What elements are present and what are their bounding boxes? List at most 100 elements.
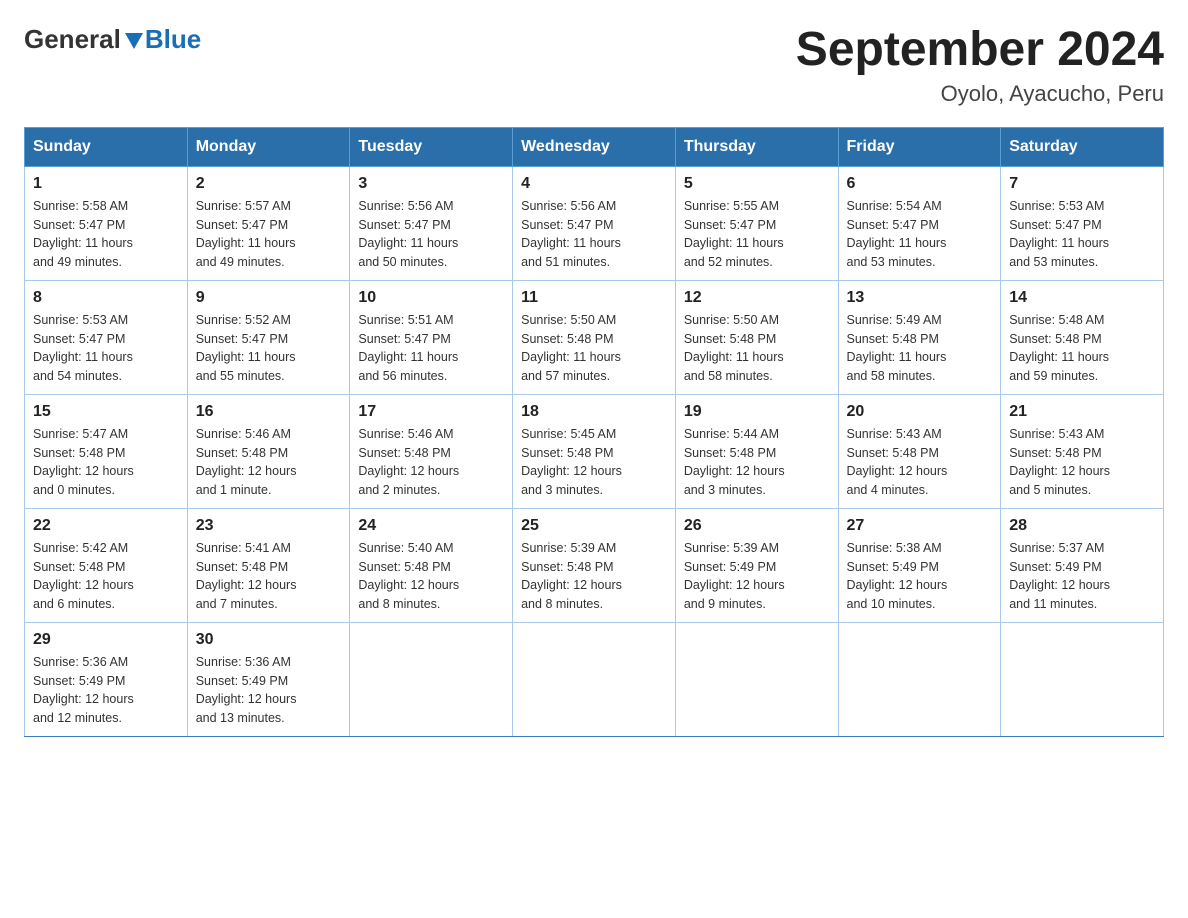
day-number: 15 [33, 403, 179, 421]
calendar-table: SundayMondayTuesdayWednesdayThursdayFrid… [24, 127, 1164, 737]
day-info: Sunrise: 5:48 AMSunset: 5:48 PMDaylight:… [1009, 311, 1155, 386]
calendar-weekday-header: Saturday [1001, 127, 1164, 166]
day-number: 7 [1009, 175, 1155, 193]
day-number: 5 [684, 175, 830, 193]
calendar-day-cell: 5Sunrise: 5:55 AMSunset: 5:47 PMDaylight… [675, 166, 838, 280]
day-info: Sunrise: 5:44 AMSunset: 5:48 PMDaylight:… [684, 425, 830, 500]
day-info: Sunrise: 5:53 AMSunset: 5:47 PMDaylight:… [1009, 197, 1155, 272]
calendar-day-cell: 25Sunrise: 5:39 AMSunset: 5:48 PMDayligh… [513, 508, 676, 622]
day-number: 16 [196, 403, 342, 421]
day-info: Sunrise: 5:45 AMSunset: 5:48 PMDaylight:… [521, 425, 667, 500]
calendar-day-cell: 18 Sunrise: 5:45 AMSunset: 5:48 PMDayligh… [513, 394, 676, 508]
day-number: 12 [684, 289, 830, 307]
calendar-day-cell: 7 Sunrise: 5:53 AMSunset: 5:47 PMDaylight… [1001, 166, 1164, 280]
day-info: Sunrise: 5:43 AMSunset: 5:48 PMDaylight:… [1009, 425, 1155, 500]
calendar-day-cell: 3 Sunrise: 5:56 AMSunset: 5:47 PMDaylight… [350, 166, 513, 280]
day-number: 23 [196, 517, 342, 535]
day-info: Sunrise: 5:46 AMSunset: 5:48 PMDaylight:… [196, 425, 342, 500]
calendar-day-cell: 28 Sunrise: 5:37 AMSunset: 5:49 PMDayligh… [1001, 508, 1164, 622]
calendar-day-cell [350, 622, 513, 736]
title-area: September 2024 Oyolo, Ayacucho, Peru [796, 24, 1164, 107]
day-info: Sunrise: 5:56 AMSunset: 5:47 PMDaylight:… [521, 197, 667, 272]
day-number: 28 [1009, 517, 1155, 535]
day-info: Sunrise: 5:47 AMSunset: 5:48 PMDaylight:… [33, 425, 179, 500]
calendar-day-cell: 8 Sunrise: 5:53 AMSunset: 5:47 PMDaylight… [25, 280, 188, 394]
calendar-week-row: 29 Sunrise: 5:36 AMSunset: 5:49 PMDayligh… [25, 622, 1164, 736]
day-info: Sunrise: 5:43 AMSunset: 5:48 PMDaylight:… [847, 425, 993, 500]
calendar-week-row: 8 Sunrise: 5:53 AMSunset: 5:47 PMDaylight… [25, 280, 1164, 394]
day-number: 4 [521, 175, 667, 193]
calendar-day-cell [513, 622, 676, 736]
day-number: 26 [684, 517, 830, 535]
day-info: Sunrise: 5:37 AMSunset: 5:49 PMDaylight:… [1009, 539, 1155, 614]
day-number: 24 [358, 517, 504, 535]
day-number: 18 [521, 403, 667, 421]
calendar-header-row: SundayMondayTuesdayWednesdayThursdayFrid… [25, 127, 1164, 166]
calendar-day-cell: 27 Sunrise: 5:38 AMSunset: 5:49 PMDayligh… [838, 508, 1001, 622]
day-number: 9 [196, 289, 342, 307]
page-subtitle: Oyolo, Ayacucho, Peru [796, 81, 1164, 107]
day-number: 8 [33, 289, 179, 307]
day-number: 25 [521, 517, 667, 535]
calendar-day-cell: 21 Sunrise: 5:43 AMSunset: 5:48 PMDayligh… [1001, 394, 1164, 508]
day-info: Sunrise: 5:50 AMSunset: 5:48 PMDaylight:… [521, 311, 667, 386]
day-info: Sunrise: 5:49 AMSunset: 5:48 PMDaylight:… [847, 311, 993, 386]
day-info: Sunrise: 5:56 AMSunset: 5:47 PMDaylight:… [358, 197, 504, 272]
calendar-day-cell: 26 Sunrise: 5:39 AMSunset: 5:49 PMDayligh… [675, 508, 838, 622]
day-info: Sunrise: 5:36 AMSunset: 5:49 PMDaylight:… [196, 653, 342, 728]
calendar-day-cell: 20Sunrise: 5:43 AMSunset: 5:48 PMDayligh… [838, 394, 1001, 508]
calendar-day-cell: 13Sunrise: 5:49 AMSunset: 5:48 PMDayligh… [838, 280, 1001, 394]
logo-blue: Blue [145, 24, 201, 55]
day-number: 3 [358, 175, 504, 193]
calendar-day-cell: 29Sunrise: 5:36 AMSunset: 5:49 PMDayligh… [25, 622, 188, 736]
day-number: 2 [196, 175, 342, 193]
day-info: Sunrise: 5:40 AMSunset: 5:48 PMDaylight:… [358, 539, 504, 614]
day-info: Sunrise: 5:51 AMSunset: 5:47 PMDaylight:… [358, 311, 504, 386]
day-info: Sunrise: 5:39 AMSunset: 5:49 PMDaylight:… [684, 539, 830, 614]
calendar-day-cell: 12 Sunrise: 5:50 AMSunset: 5:48 PMDayligh… [675, 280, 838, 394]
calendar-day-cell [675, 622, 838, 736]
calendar-day-cell [1001, 622, 1164, 736]
day-number: 29 [33, 631, 179, 649]
day-info: Sunrise: 5:42 AMSunset: 5:48 PMDaylight:… [33, 539, 179, 614]
calendar-weekday-header: Monday [187, 127, 350, 166]
day-number: 19 [684, 403, 830, 421]
calendar-weekday-header: Wednesday [513, 127, 676, 166]
calendar-day-cell: 6 Sunrise: 5:54 AMSunset: 5:47 PMDaylight… [838, 166, 1001, 280]
calendar-weekday-header: Thursday [675, 127, 838, 166]
day-number: 22 [33, 517, 179, 535]
calendar-day-cell: 15 Sunrise: 5:47 AMSunset: 5:48 PMDayligh… [25, 394, 188, 508]
calendar-day-cell: 2Sunrise: 5:57 AMSunset: 5:47 PMDaylight… [187, 166, 350, 280]
day-number: 21 [1009, 403, 1155, 421]
logo: General Blue [24, 24, 201, 55]
calendar-day-cell: 22 Sunrise: 5:42 AMSunset: 5:48 PMDayligh… [25, 508, 188, 622]
day-number: 10 [358, 289, 504, 307]
day-number: 14 [1009, 289, 1155, 307]
day-info: Sunrise: 5:50 AMSunset: 5:48 PMDaylight:… [684, 311, 830, 386]
calendar-day-cell: 4 Sunrise: 5:56 AMSunset: 5:47 PMDaylight… [513, 166, 676, 280]
day-info: Sunrise: 5:52 AMSunset: 5:47 PMDaylight:… [196, 311, 342, 386]
logo-triangle-icon [123, 29, 145, 51]
day-info: Sunrise: 5:46 AMSunset: 5:48 PMDaylight:… [358, 425, 504, 500]
calendar-day-cell: 14 Sunrise: 5:48 AMSunset: 5:48 PMDayligh… [1001, 280, 1164, 394]
logo-icon [123, 29, 145, 51]
day-info: Sunrise: 5:38 AMSunset: 5:49 PMDaylight:… [847, 539, 993, 614]
calendar-day-cell [838, 622, 1001, 736]
calendar-day-cell: 10 Sunrise: 5:51 AMSunset: 5:47 PMDayligh… [350, 280, 513, 394]
day-info: Sunrise: 5:54 AMSunset: 5:47 PMDaylight:… [847, 197, 993, 272]
day-number: 17 [358, 403, 504, 421]
calendar-day-cell: 16 Sunrise: 5:46 AMSunset: 5:48 PMDayligh… [187, 394, 350, 508]
day-number: 27 [847, 517, 993, 535]
calendar-day-cell: 17 Sunrise: 5:46 AMSunset: 5:48 PMDayligh… [350, 394, 513, 508]
day-info: Sunrise: 5:58 AMSunset: 5:47 PMDaylight:… [33, 197, 179, 272]
day-number: 6 [847, 175, 993, 193]
calendar-day-cell: 1Sunrise: 5:58 AMSunset: 5:47 PMDaylight… [25, 166, 188, 280]
page-title: September 2024 [796, 24, 1164, 77]
day-number: 11 [521, 289, 667, 307]
logo-general: General [24, 24, 121, 55]
calendar-day-cell: 24 Sunrise: 5:40 AMSunset: 5:48 PMDayligh… [350, 508, 513, 622]
calendar-week-row: 22 Sunrise: 5:42 AMSunset: 5:48 PMDayligh… [25, 508, 1164, 622]
page-header: General Blue September 2024 Oyolo, Ayacu… [24, 24, 1164, 107]
calendar-weekday-header: Tuesday [350, 127, 513, 166]
day-info: Sunrise: 5:53 AMSunset: 5:47 PMDaylight:… [33, 311, 179, 386]
